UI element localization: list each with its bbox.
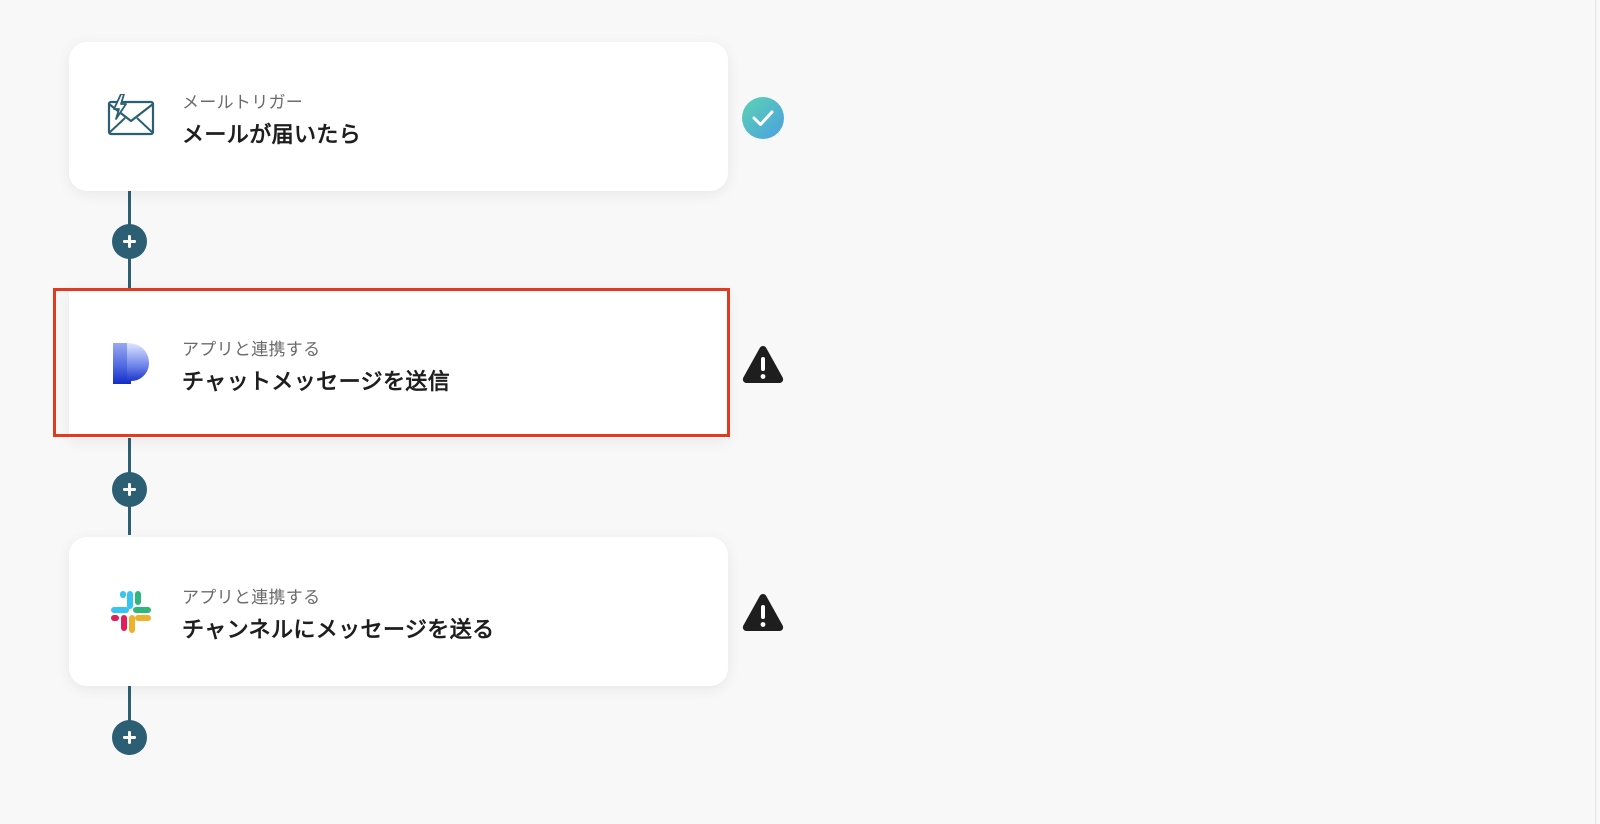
scrollbar-edge (1595, 0, 1596, 824)
step-title: チャットメッセージを送信 (182, 370, 451, 395)
flow-step-card-chat-message[interactable]: アプリと連携する チャットメッセージを送信 (69, 289, 728, 438)
step-type-label: メールトリガー (182, 93, 304, 113)
add-step-button[interactable] (112, 472, 147, 507)
plus-icon (123, 731, 136, 744)
slack-logo-icon (107, 589, 155, 634)
add-step-button[interactable] (112, 720, 147, 755)
step-warning-icon (741, 343, 785, 387)
flow-step-card-slack-channel[interactable]: アプリと連携する チャンネルにメッセージを送る (69, 537, 728, 686)
step-type-label: アプリと連携する (182, 588, 321, 608)
step-type-label: アプリと連携する (182, 340, 321, 360)
app-d-logo-icon (107, 341, 155, 386)
step-title: チャンネルにメッセージを送る (182, 618, 495, 643)
step-complete-check-icon (741, 96, 785, 140)
flow-step-card-mail-trigger[interactable]: メールトリガー メールが届いたら (69, 42, 728, 191)
step-title: メールが届いたら (182, 123, 362, 148)
add-step-button[interactable] (112, 224, 147, 259)
plus-icon (123, 235, 136, 248)
mail-trigger-icon (107, 93, 155, 139)
step-warning-icon (741, 591, 785, 635)
plus-icon (123, 483, 136, 496)
